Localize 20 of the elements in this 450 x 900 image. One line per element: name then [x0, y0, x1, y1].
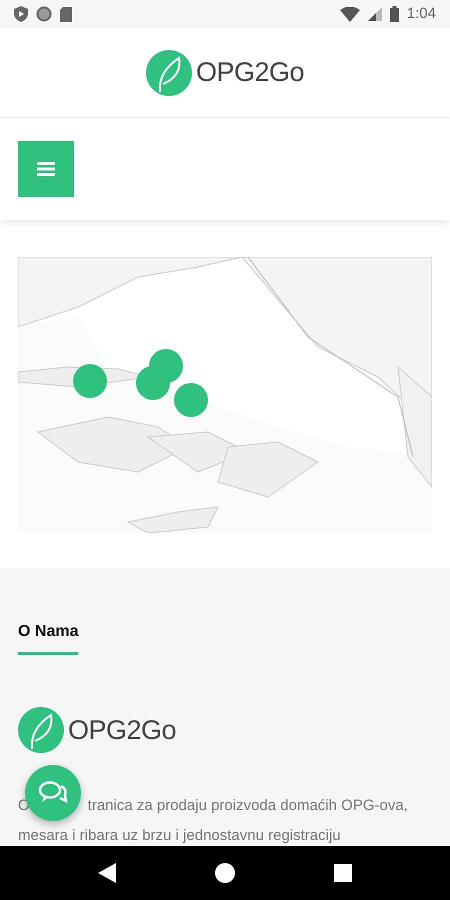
about-text: mesara i ribara uz brzu i jednostavnu registraciju [18, 827, 341, 844]
clock-time: 1:04 [406, 4, 436, 24]
sd-card-icon [60, 6, 72, 22]
shield-icon [14, 6, 28, 22]
logo-text: OPG2Go [196, 56, 304, 90]
menu-icon [37, 162, 55, 176]
back-icon[interactable] [98, 863, 116, 883]
section-title: O Nama [18, 620, 78, 655]
circle-icon [36, 6, 52, 22]
leaf-logo-icon [146, 50, 192, 96]
wifi-icon [340, 6, 360, 22]
signal-icon [368, 7, 382, 21]
about-text: tranica za prodaju proizvoda domaćih OPG-ova, [88, 797, 408, 814]
logo-text: OPG2Go [68, 714, 176, 747]
battery-icon [390, 6, 399, 22]
recents-icon[interactable] [334, 864, 352, 882]
chat-bubbles-icon [38, 780, 68, 806]
home-icon[interactable] [214, 863, 235, 883]
menu-button[interactable] [18, 141, 74, 197]
leaf-logo-icon [18, 707, 64, 753]
